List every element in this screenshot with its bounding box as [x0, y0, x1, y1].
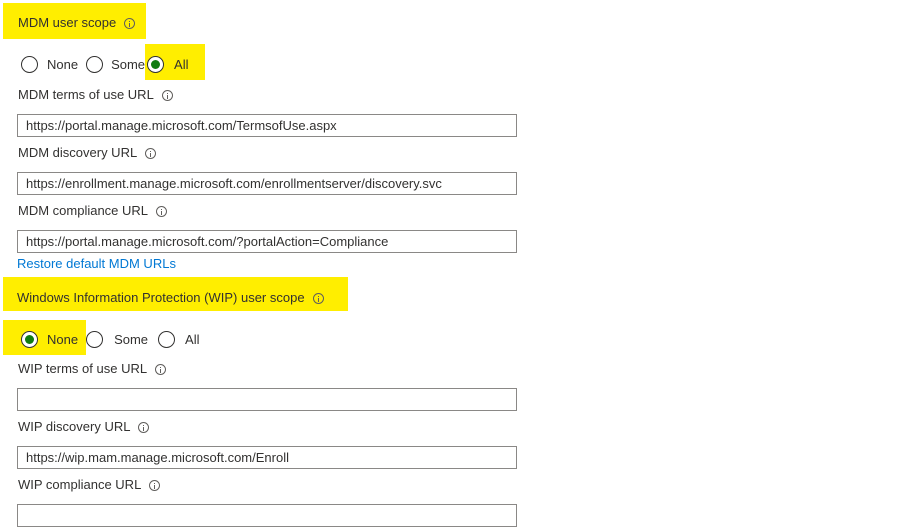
radio-some-label: Some: [111, 56, 146, 72]
wip-terms-text: WIP terms of use URL: [18, 361, 148, 376]
mdm-user-scope-label: MDM user scope: [18, 15, 136, 31]
mdm-discovery-text: MDM discovery URL: [18, 145, 138, 160]
wip-user-scope-label: Windows Information Protection (WIP) use…: [17, 290, 324, 306]
radio-all-checked-icon[interactable]: [147, 55, 165, 73]
wip-terms-label: WIP terms of use URL: [18, 361, 167, 377]
info-icon[interactable]: [138, 421, 150, 433]
wip-discovery-text: WIP discovery URL: [18, 419, 131, 434]
wip-scope-some[interactable]: Some: [86, 330, 149, 348]
mdm-compliance-text: MDM compliance URL: [18, 203, 149, 218]
mdm-discovery-label: MDM discovery URL: [18, 145, 157, 161]
mdm-terms-text: MDM terms of use URL: [18, 87, 154, 102]
wip-discovery-label: WIP discovery URL: [18, 419, 150, 435]
radio-all-label: All: [185, 331, 200, 347]
wip-scope-none[interactable]: None: [21, 330, 79, 348]
wip-compliance-text: WIP compliance URL: [18, 477, 142, 492]
radio-some-label: Some: [114, 331, 149, 347]
radio-all-icon[interactable]: [158, 330, 176, 348]
wip-user-scope-text: Windows Information Protection (WIP) use…: [17, 290, 305, 305]
mdm-terms-label: MDM terms of use URL: [18, 87, 173, 103]
radio-none-label: None: [47, 331, 79, 347]
restore-default-mdm-urls-link[interactable]: Restore default MDM URLs: [17, 256, 176, 271]
info-icon[interactable]: [156, 205, 168, 217]
radio-none-label: None: [47, 56, 79, 72]
radio-some-icon[interactable]: [86, 55, 104, 73]
mdm-discovery-input[interactable]: [17, 172, 517, 195]
wip-discovery-input[interactable]: [17, 446, 517, 469]
mdm-scope-some[interactable]: Some: [86, 55, 146, 73]
info-icon[interactable]: [145, 147, 157, 159]
radio-some-icon[interactable]: [86, 330, 104, 348]
info-icon[interactable]: [155, 363, 167, 375]
wip-compliance-input[interactable]: [17, 504, 517, 527]
mdm-terms-input[interactable]: [17, 114, 517, 137]
mdm-user-scope-text: MDM user scope: [18, 15, 117, 30]
radio-all-label: All: [174, 56, 189, 72]
mdm-scope-all[interactable]: All: [147, 55, 189, 73]
wip-terms-input[interactable]: [17, 388, 517, 411]
wip-scope-all[interactable]: All: [158, 330, 200, 348]
info-icon[interactable]: [124, 17, 136, 29]
mdm-compliance-input[interactable]: [17, 230, 517, 253]
info-icon[interactable]: [149, 479, 161, 491]
mdm-scope-radio-group: None Some All: [21, 52, 199, 76]
mdm-scope-none[interactable]: None: [21, 55, 79, 73]
wip-scope-radio-group: None Some All: [21, 327, 210, 351]
info-icon[interactable]: [312, 292, 324, 304]
radio-none-icon[interactable]: [21, 55, 38, 73]
info-icon[interactable]: [161, 89, 173, 101]
mdm-compliance-label: MDM compliance URL: [18, 203, 168, 219]
wip-compliance-label: WIP compliance URL: [18, 477, 161, 493]
radio-none-checked-icon[interactable]: [21, 330, 38, 348]
